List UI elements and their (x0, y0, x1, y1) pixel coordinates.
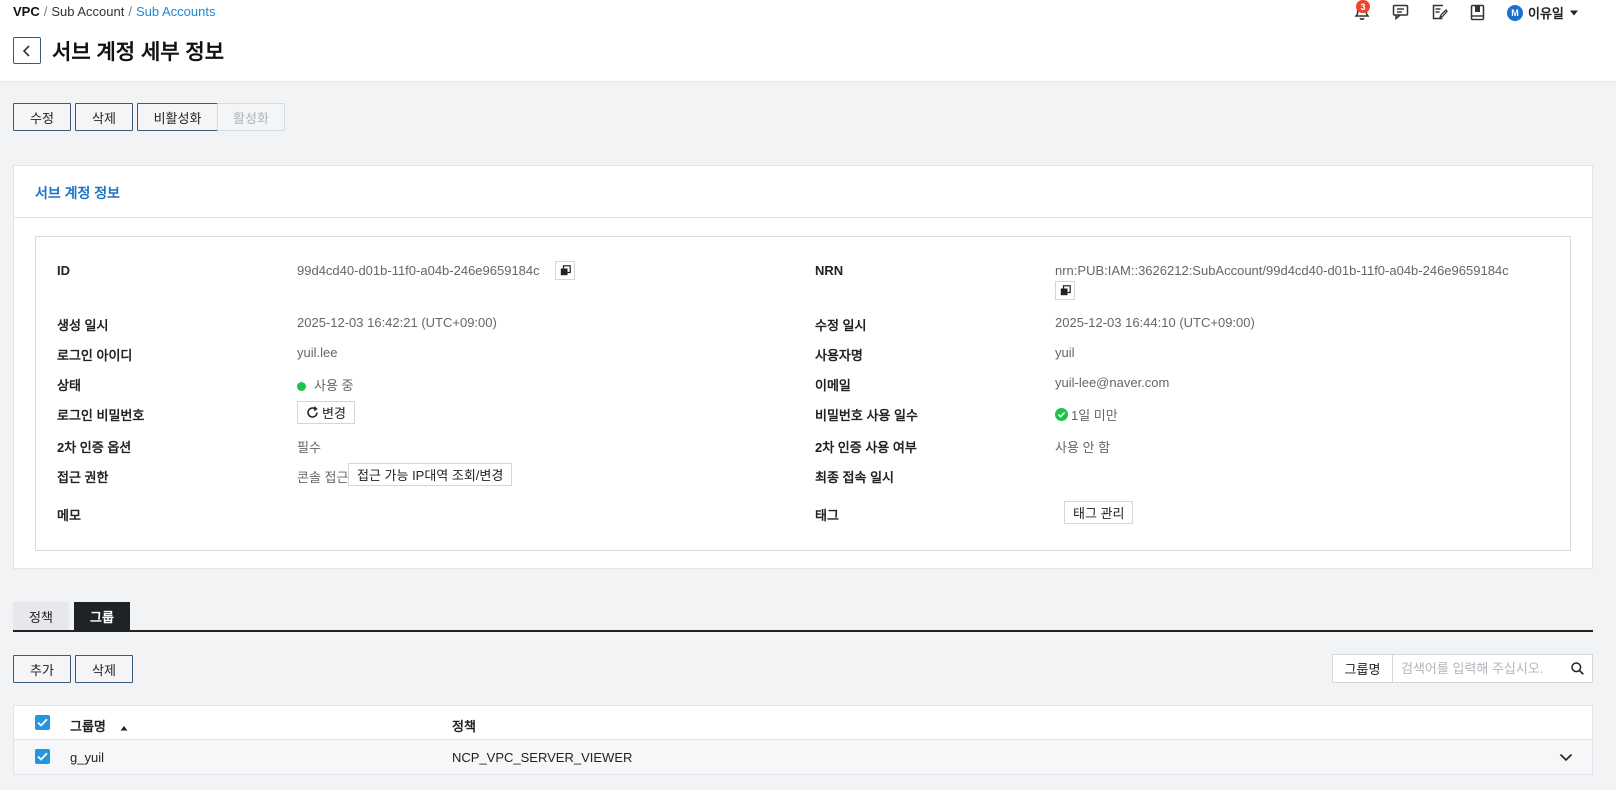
table-header: 그룹명 정책 (14, 706, 1592, 740)
nrn-value: nrn:PUB:IAM::3626212:SubAccount/99d4cd40… (1055, 263, 1509, 278)
memo-edit-icon[interactable] (1428, 2, 1450, 22)
modified-label: 수정 일시 (815, 318, 867, 333)
group-table: 그룹명 정책 g_yuil NCP_VPC_SERVER_VIEWER (13, 705, 1593, 775)
password-days-text: 1일 미만 (1071, 408, 1118, 423)
breadcrumb: VPC / Sub Account / Sub Accounts (13, 4, 215, 19)
column-header-group-name-label: 그룹명 (70, 719, 106, 734)
search-input[interactable] (1393, 655, 1562, 682)
tab-underline (13, 630, 1593, 632)
user-menu[interactable]: M 이유일 (1507, 3, 1579, 22)
password-label: 로그인 비밀번호 (57, 408, 145, 423)
status-label: 상태 (57, 378, 81, 393)
back-button[interactable] (13, 37, 41, 64)
change-password-button[interactable]: 변경 (297, 401, 355, 424)
copy-nrn-button[interactable] (1055, 281, 1075, 300)
deactivate-button[interactable]: 비활성화 (137, 103, 218, 131)
search-icon[interactable] (1562, 655, 1592, 682)
created-label: 생성 일시 (57, 318, 109, 333)
sort-asc-icon[interactable] (120, 725, 128, 731)
column-header-policy: 정책 (452, 719, 476, 734)
password-days-label: 비밀번호 사용 일수 (815, 408, 918, 423)
check-circle-icon (1055, 408, 1068, 421)
notification-badge: 3 (1356, 0, 1370, 13)
table-row[interactable]: g_yuil NCP_VPC_SERVER_VIEWER (14, 740, 1592, 774)
refresh-icon (307, 406, 318, 418)
copy-id-button[interactable] (555, 261, 575, 280)
created-value: 2025-12-03 16:42:21 (UTC+09:00) (297, 315, 497, 330)
nrn-label: NRN (815, 263, 844, 278)
tab-policy[interactable]: 정책 (13, 602, 69, 631)
tag-manage-button[interactable]: 태그 관리 (1064, 501, 1134, 524)
add-group-button[interactable]: 추가 (13, 655, 71, 683)
login-id-value: yuil.lee (297, 345, 338, 360)
email-label: 이메일 (815, 378, 851, 393)
user-name: 이유일 (1528, 6, 1564, 21)
delete-button[interactable]: 삭제 (75, 103, 133, 131)
caret-down-icon (1569, 10, 1578, 15)
mfa-option-label: 2차 인증 옵션 (57, 440, 132, 455)
edit-button[interactable]: 수정 (13, 103, 71, 131)
divider (14, 217, 1592, 218)
column-header-group-name[interactable]: 그룹명 (70, 716, 128, 735)
delete-group-button[interactable]: 삭제 (75, 655, 133, 683)
id-label: ID (57, 263, 70, 278)
status-value: 사용 중 (297, 375, 354, 394)
manual-book-icon[interactable] (1466, 2, 1488, 22)
access-value: 콘솔 접근 (297, 470, 349, 485)
select-all-checkbox[interactable] (35, 715, 50, 730)
check-icon (37, 718, 48, 727)
tag-label: 태그 (815, 508, 839, 523)
policy-cell: NCP_VPC_SERVER_VIEWER (452, 750, 633, 765)
copy-icon (1060, 285, 1071, 296)
ip-range-button[interactable]: 접근 가능 IP대역 조회/변경 (348, 463, 513, 486)
breadcrumb-separator: / (128, 4, 132, 19)
mfa-option-value: 필수 (297, 440, 321, 455)
search-field-select[interactable]: 그룹명 (1333, 655, 1393, 682)
breadcrumb-separator: / (43, 4, 48, 19)
group-name-cell: g_yuil (70, 750, 104, 765)
last-login-label: 최종 접속 일시 (815, 470, 894, 485)
access-label: 접근 권한 (57, 470, 109, 485)
tab-group[interactable]: 그룹 (74, 602, 130, 631)
memo-label: 메모 (57, 508, 81, 523)
copy-icon (560, 265, 571, 276)
modified-value: 2025-12-03 16:44:10 (UTC+09:00) (1055, 315, 1255, 330)
chat-icon[interactable] (1389, 2, 1411, 22)
email-value: yuil-lee@naver.com (1055, 375, 1170, 390)
id-value: 99d4cd40-d01b-11f0-a04b-246e9659184c (297, 263, 540, 278)
panel-title: 서브 계정 정보 (35, 185, 121, 201)
breadcrumb-item-sub-accounts[interactable]: Sub Accounts (136, 4, 216, 19)
login-id-label: 로그인 아이디 (57, 348, 133, 363)
user-name-label: 사용자명 (815, 348, 863, 363)
breadcrumb-item-vpc[interactable]: VPC (13, 4, 40, 19)
status-dot-icon (297, 382, 306, 392)
password-days-value: 1일 미만 (1055, 405, 1118, 424)
group-search: 그룹명 (1332, 654, 1593, 683)
mfa-use-label: 2차 인증 사용 여부 (815, 440, 917, 455)
chevron-left-icon (22, 44, 30, 57)
sub-account-info-panel: 서브 계정 정보 ID 99d4cd40-d01b-11f0-a04b-246e… (13, 165, 1593, 569)
activate-button: 활성화 (217, 103, 285, 131)
check-icon (37, 752, 48, 761)
user-name-value: yuil (1055, 345, 1075, 360)
row-checkbox[interactable] (35, 749, 50, 764)
page-title: 서브 계정 세부 정보 (52, 41, 225, 64)
mfa-use-value: 사용 안 함 (1055, 440, 1111, 455)
info-box: ID 99d4cd40-d01b-11f0-a04b-246e9659184c … (35, 236, 1571, 551)
change-password-label: 변경 (322, 406, 346, 421)
status-text: 사용 중 (314, 378, 354, 393)
top-header: VPC / Sub Account / Sub Accounts 서브 계정 세부 정보… (0, 0, 1616, 82)
breadcrumb-item-sub-account[interactable]: Sub Account (51, 4, 124, 19)
expand-row-chevron-icon[interactable] (1559, 750, 1573, 765)
avatar: M (1507, 4, 1523, 21)
